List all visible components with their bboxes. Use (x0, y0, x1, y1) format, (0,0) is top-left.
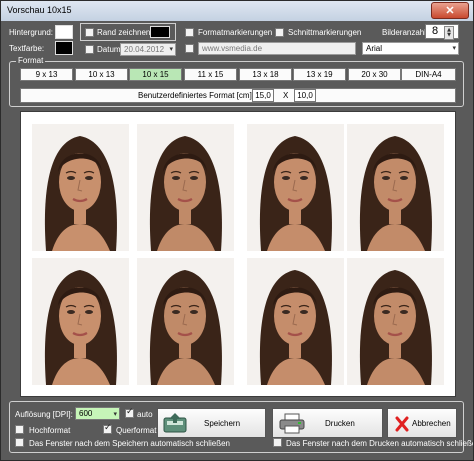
print-button[interactable]: Drucken (272, 408, 383, 438)
dpi-label: Auflösung [DPI]: (15, 410, 73, 419)
preview-window: Vorschau 10x15 ✕ Hintergrund: Textfarbe:… (0, 0, 474, 461)
custom-height-value: 10,0 (297, 91, 313, 100)
window-title: Vorschau 10x15 (7, 5, 72, 15)
spin-down-icon[interactable]: ▼ (444, 32, 454, 40)
url-checkbox[interactable] (185, 44, 194, 53)
custom-format-label[interactable]: Benutzerdefiniertes Format [cm]: (138, 91, 254, 100)
landscape-radio[interactable] (103, 423, 112, 434)
custom-times-sign: X (283, 91, 289, 100)
auto-dpi-label: auto (137, 410, 153, 419)
image-count-value: 8 (432, 25, 439, 37)
cut-marks-label: Schnittmarkierungen (288, 28, 362, 37)
text-color-swatch[interactable] (55, 41, 73, 55)
textfarbe-label: Textfarbe: (9, 44, 45, 53)
cancel-x-icon (395, 416, 409, 432)
date-checkbox[interactable] (85, 45, 94, 54)
format-button[interactable]: 20 x 30 (348, 68, 401, 81)
url-input[interactable]: www.vsmedia.de (198, 42, 356, 55)
image-count-input[interactable]: 8 ▲ ▼ (425, 24, 459, 40)
chevron-down-icon: ▾ (452, 44, 456, 52)
format-button[interactable]: 13 x 18 (239, 68, 292, 81)
title-bar[interactable]: Vorschau 10x15 ✕ (1, 1, 473, 21)
passport-photo (32, 258, 129, 385)
printer-icon (279, 413, 305, 434)
passport-photo (247, 258, 344, 385)
format-button[interactable]: 10 x 15 (129, 68, 182, 81)
format-button[interactable]: 13 x 19 (293, 68, 346, 81)
chevron-down-icon: ▾ (113, 410, 117, 418)
format-button[interactable]: 11 x 15 (184, 68, 237, 81)
passport-photo (137, 258, 234, 385)
save-icon (163, 413, 187, 433)
close-after-save-label: Das Fenster nach dem Speichern automatis… (29, 439, 230, 448)
cancel-label: Abbrechen (412, 419, 451, 428)
chevron-down-icon: ▾ (169, 45, 173, 53)
close-after-print-checkbox[interactable] (273, 438, 282, 447)
format-group-legend: Format (16, 56, 46, 65)
format-marks-label: Formatmarkierungen (198, 28, 273, 37)
print-label: Drucken (325, 419, 355, 428)
passport-photo (247, 124, 344, 251)
passport-photo (347, 124, 444, 251)
date-value: 20.04.2012 (124, 45, 165, 54)
custom-width-input[interactable]: 15,0 (252, 89, 274, 102)
dpi-value: 600 (79, 409, 93, 418)
url-value: www.vsmedia.de (202, 44, 263, 53)
format-marks-checkbox[interactable] (185, 28, 194, 37)
custom-height-input[interactable]: 10,0 (294, 89, 316, 102)
close-after-print-label: Das Fenster nach dem Drucken automatisch… (286, 439, 474, 448)
cancel-button[interactable]: Abbrechen (387, 408, 457, 438)
format-button[interactable]: DIN-A4 (401, 68, 456, 81)
auto-dpi-checkbox[interactable] (125, 407, 134, 418)
passport-photo (137, 124, 234, 251)
window-close-button[interactable]: ✕ (431, 2, 469, 19)
font-value: Arial (366, 44, 383, 53)
print-preview (20, 111, 456, 397)
close-after-save-checkbox[interactable] (15, 438, 24, 447)
format-button[interactable]: 10 x 13 (75, 68, 128, 81)
border-color-swatch[interactable] (150, 26, 170, 38)
landscape-label: Querformat (116, 426, 157, 435)
date-label: Datum (97, 45, 121, 54)
font-select[interactable]: Arial ▾ (362, 42, 459, 55)
portrait-label: Hochformat (29, 426, 71, 435)
date-picker[interactable]: 20.04.2012 ▾ (120, 43, 176, 56)
save-button[interactable]: Speichern (157, 408, 266, 438)
cut-marks-checkbox[interactable] (275, 28, 284, 37)
background-color-swatch[interactable] (55, 25, 73, 39)
save-label: Speichern (204, 419, 241, 428)
draw-border-label: Rand zeichnen (97, 28, 151, 37)
format-button[interactable]: 9 x 13 (20, 68, 73, 81)
dpi-select[interactable]: 600 ▾ (75, 407, 120, 420)
image-count-label: Bilderanzahl: (382, 28, 429, 37)
passport-photo (32, 124, 129, 251)
draw-border-checkbox[interactable] (85, 28, 94, 37)
portrait-radio[interactable] (15, 425, 24, 434)
passport-photo (347, 258, 444, 385)
custom-width-value: 15,0 (255, 91, 271, 100)
hintergrund-label: Hintergrund: (9, 28, 54, 37)
